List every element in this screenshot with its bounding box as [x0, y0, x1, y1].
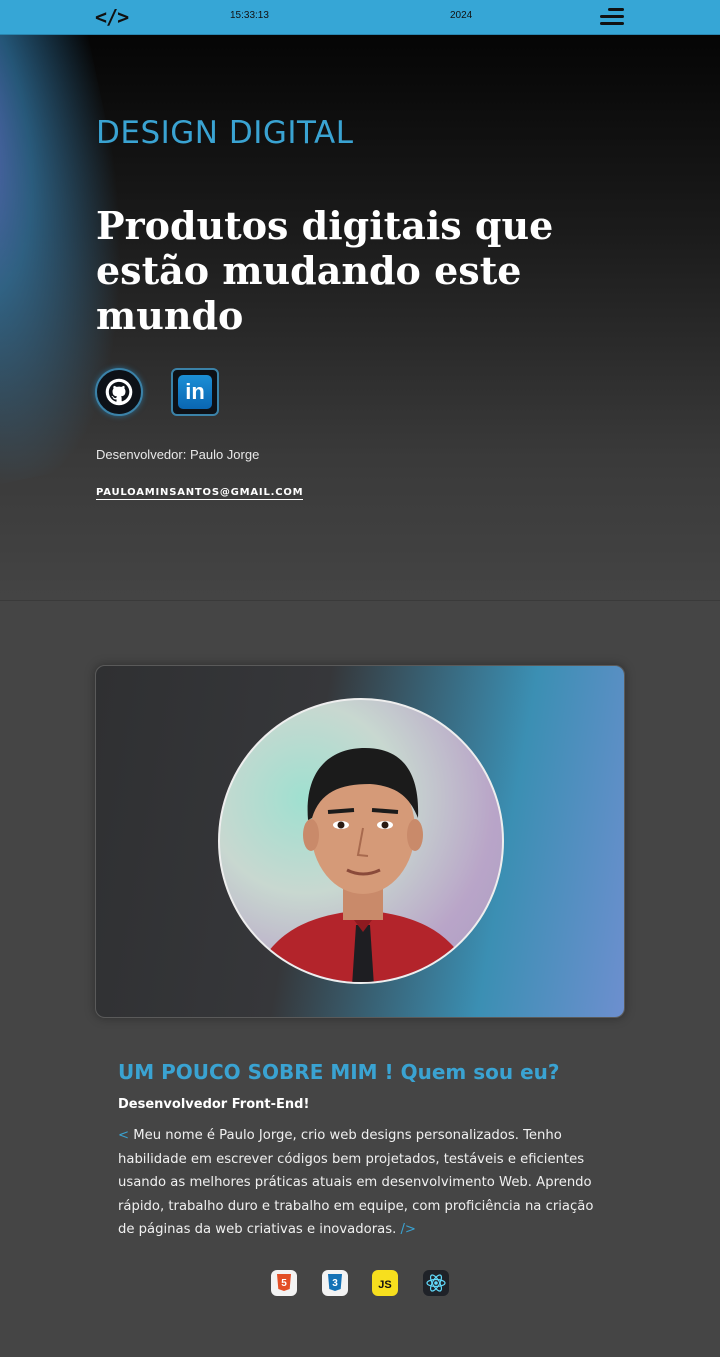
profile-avatar — [218, 698, 504, 984]
hero-section: DESIGN DIGITAL Produtos digitais que est… — [0, 35, 720, 600]
linkedin-link[interactable]: in — [171, 368, 219, 416]
about-subtitle: Desenvolvedor Front-End! — [118, 1097, 310, 1112]
about-body-text: Meu nome é Paulo Jorge, crio web designs… — [118, 1128, 594, 1237]
hero-kicker: DESIGN DIGITAL — [96, 115, 354, 151]
svg-text:3: 3 — [332, 1278, 338, 1289]
clock-display: 15:33:13 — [230, 10, 269, 21]
email-link[interactable]: PAULOAMINSANTOS@GMAIL.COM — [96, 487, 304, 500]
react-icon — [423, 1270, 449, 1296]
person-portrait-icon — [251, 748, 475, 982]
developer-name: Desenvolvedor: Paulo Jorge — [96, 447, 260, 462]
hero-title: Produtos digitais que estão mudando este… — [96, 203, 554, 338]
year-display: 2024 — [450, 10, 473, 21]
svg-text:5: 5 — [281, 1278, 287, 1289]
linkedin-icon: in — [178, 375, 212, 409]
css3-icon: 3 — [322, 1270, 348, 1296]
about-title: UM POUCO SOBRE MIM ! Quem sou eu? — [118, 1060, 560, 1084]
top-bar: </> 15:33:13 2024 — [0, 0, 720, 35]
profile-photo-card — [95, 665, 625, 1018]
html5-icon: 5 — [271, 1270, 297, 1296]
code-logo-icon[interactable]: </> — [95, 5, 129, 29]
section-divider — [0, 600, 720, 601]
github-icon — [105, 378, 133, 406]
github-link[interactable] — [95, 368, 143, 416]
javascript-icon: JS — [372, 1270, 398, 1296]
open-tag: < — [118, 1128, 130, 1143]
close-tag: /> — [400, 1222, 416, 1237]
about-description: < Meu nome é Paulo Jorge, crio web desig… — [118, 1124, 613, 1242]
hamburger-menu-icon[interactable] — [598, 6, 626, 28]
